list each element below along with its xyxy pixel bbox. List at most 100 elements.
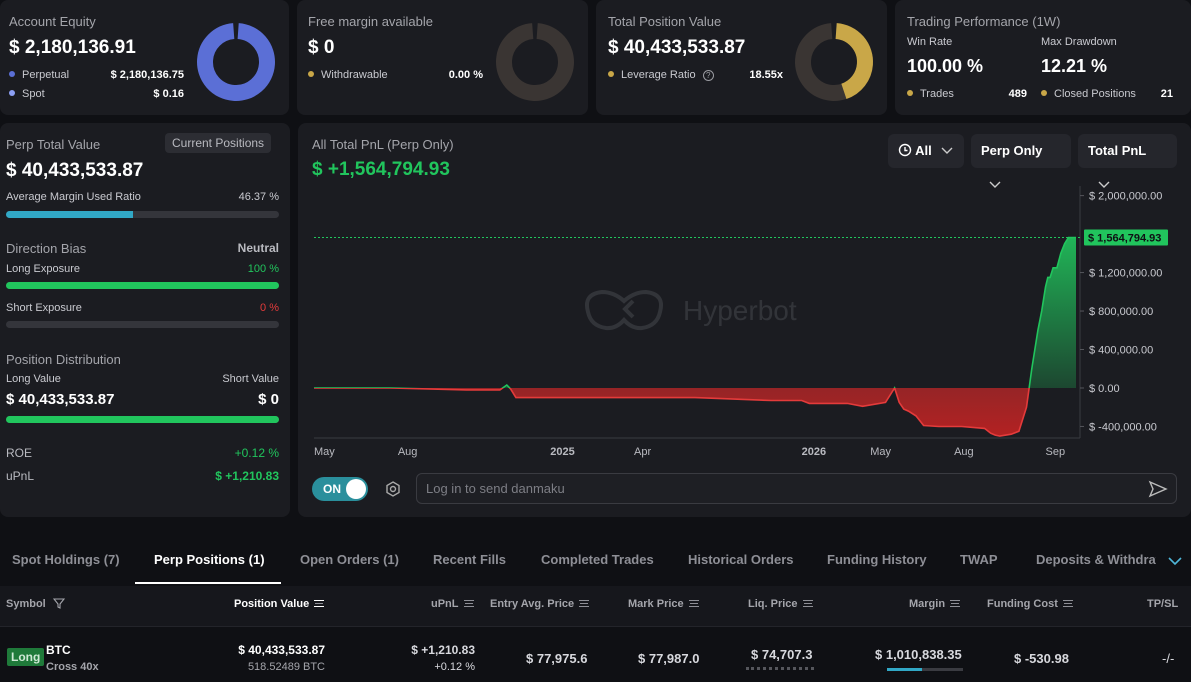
metric-dropdown[interactable]: Total PnL: [1078, 134, 1177, 188]
col-liq-price-label: Liq. Price: [748, 598, 798, 610]
chevron-down-icon: [941, 147, 953, 154]
margin-ratio-bar: [6, 211, 279, 218]
watermark-text: Hyperbot: [683, 295, 797, 326]
roe-value: +0.12 %: [234, 446, 279, 460]
closed-positions-label: Closed Positions: [1054, 88, 1136, 100]
settings-icon[interactable]: [384, 480, 402, 498]
col-entry-price[interactable]: Entry Avg. Price: [490, 598, 590, 610]
sort-icon[interactable]: [950, 600, 961, 607]
margin-ratio-fill: [6, 211, 133, 218]
funding-cost: $ -530.98: [1014, 651, 1069, 666]
short-exposure-bar: [6, 321, 279, 328]
tab-historical-orders[interactable]: Historical Orders: [688, 552, 794, 567]
col-mark-price-label: Mark Price: [628, 598, 684, 610]
margin-usage-bar: [887, 668, 963, 671]
tab-funding-history[interactable]: Funding History: [827, 552, 927, 567]
perpetual-legend: Perpetual: [9, 69, 69, 81]
sort-icon[interactable]: [1062, 600, 1073, 607]
position-distribution-bar: [6, 416, 279, 423]
x-tick-label: 2026: [802, 446, 826, 458]
leverage-legend: Leverage Ratio ?: [608, 69, 714, 81]
toggle-knob: [346, 479, 366, 499]
account-equity-card: Account Equity $ 2,180,136.91 Perpetual …: [0, 0, 289, 115]
row-upnl-pct: +0.12 %: [434, 661, 475, 673]
send-icon[interactable]: [1148, 480, 1168, 498]
col-margin[interactable]: Margin: [909, 598, 961, 610]
pnl-line-chart: Hyperbot $ 2,000,000.00 $ 1,200,000.00 $ 8…: [314, 186, 1168, 458]
tpsl-value[interactable]: -/-: [1162, 651, 1174, 666]
closed-positions-dot: [1041, 90, 1047, 96]
chevron-down-icon[interactable]: [1168, 556, 1182, 566]
sort-icon[interactable]: [579, 600, 590, 607]
col-upnl-label: uPnL: [431, 598, 459, 610]
x-tick-label: May: [870, 446, 891, 458]
margin-ratio-value: 46.37 %: [238, 191, 279, 203]
spot-value: $ 0.16: [153, 88, 184, 100]
help-icon[interactable]: ?: [702, 70, 714, 81]
pnl-chart-title: All Total PnL (Perp Only): [312, 137, 454, 152]
pnl-chart-panel: All Total PnL (Perp Only) $ +1,564,794.9…: [298, 123, 1191, 517]
col-upnl[interactable]: uPnL: [431, 598, 474, 610]
position-value-title: Total Position Value: [608, 14, 722, 29]
scope-dropdown[interactable]: Perp Only: [971, 134, 1071, 188]
col-funding-cost[interactable]: Funding Cost: [987, 598, 1073, 610]
withdrawable-value: 0.00 %: [448, 69, 483, 81]
current-value-label: $ 1,564,794.93: [1088, 232, 1161, 244]
y-tick-label: $ 2,000,000.00: [1089, 191, 1162, 203]
trading-performance-card: Trading Performance (1W) Win Rate 100.00…: [895, 0, 1191, 115]
max-drawdown-value: 12.21 %: [1041, 56, 1108, 76]
filter-icon[interactable]: [52, 598, 65, 609]
account-equity-title: Account Equity: [9, 14, 96, 29]
tab-open-orders[interactable]: Open Orders (1): [300, 552, 399, 567]
x-tick-label: Sep: [1046, 446, 1066, 458]
table-row[interactable]: [0, 627, 1191, 682]
col-liq-price[interactable]: Liq. Price: [748, 598, 813, 610]
leverage-dot: [608, 71, 614, 77]
short-value-label: Short Value: [222, 373, 279, 385]
long-exposure-label: Long Exposure: [6, 263, 80, 275]
long-exposure-value: 100 %: [247, 263, 279, 275]
trades-dot: [907, 90, 913, 96]
perpetual-label: Perpetual: [22, 69, 70, 81]
liq-price-underline: [746, 667, 814, 670]
trades-label: Trades: [920, 88, 954, 100]
time-range-dropdown[interactable]: All: [888, 134, 964, 168]
row-upnl: $ +1,210.83: [411, 643, 475, 657]
tab-spot-holdings[interactable]: Spot Holdings (7): [12, 552, 120, 567]
active-tab-indicator: [135, 582, 281, 584]
perpetual-value: $ 2,180,136.75: [110, 69, 184, 81]
sort-icon[interactable]: [463, 600, 474, 607]
sort-icon[interactable]: [688, 600, 699, 607]
pnl-area-negative: [314, 387, 1076, 437]
position-value-amount: $ 40,433,533.87: [608, 37, 746, 58]
liq-price: $ 74,707.3: [751, 647, 813, 662]
upnl-label: uPnL: [6, 469, 35, 483]
col-entry-price-label: Entry Avg. Price: [490, 598, 575, 610]
short-exposure-value: 0 %: [260, 302, 279, 314]
col-position-value[interactable]: Position Value: [234, 598, 325, 610]
danmaku-toggle[interactable]: ON: [312, 477, 368, 501]
sort-icon[interactable]: [802, 600, 813, 607]
tab-deposits-withdraw[interactable]: Deposits & Withdraw: [1036, 552, 1156, 567]
long-value-amount: $ 40,433,533.87: [6, 391, 115, 408]
tab-twap[interactable]: TWAP: [960, 552, 998, 567]
long-exposure-bar: [6, 282, 279, 289]
spot-dot: [9, 90, 15, 96]
long-exposure-fill: [6, 282, 279, 289]
symbol-name[interactable]: BTC: [46, 643, 71, 657]
spot-legend: Spot: [9, 88, 45, 100]
current-positions-button[interactable]: Current Positions: [165, 133, 272, 153]
y-tick-label: $ 0.00: [1089, 383, 1120, 395]
y-tick-label: $ 1,200,000.00: [1089, 268, 1162, 280]
tab-completed-trades[interactable]: Completed Trades: [541, 552, 654, 567]
long-value-label: Long Value: [6, 373, 61, 385]
col-mark-price[interactable]: Mark Price: [628, 598, 699, 610]
margin-donut-chart: [496, 23, 574, 101]
col-symbol[interactable]: Symbol: [6, 598, 65, 610]
sort-icon[interactable]: [314, 600, 325, 607]
tab-recent-fills[interactable]: Recent Fills: [433, 552, 506, 567]
roe-label: ROE: [6, 446, 33, 460]
danmaku-input[interactable]: Log in to send danmaku: [416, 473, 1177, 504]
tab-perp-positions[interactable]: Perp Positions (1): [154, 552, 265, 567]
leverage-gauge-chart: [795, 23, 873, 101]
